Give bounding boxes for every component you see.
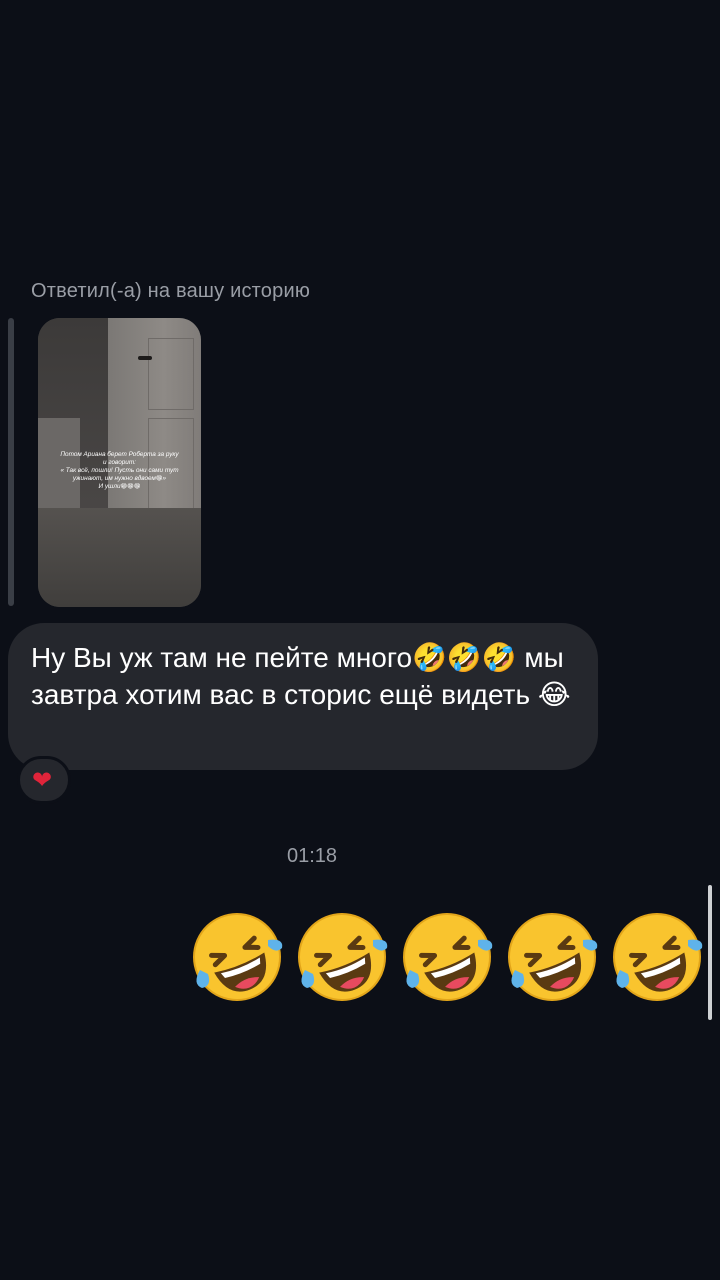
story-preview[interactable]: Потом Ариана берет Роберта за руку и гов… bbox=[38, 318, 201, 607]
story-caption-line: Потом Ариана берет Роберта за руку bbox=[60, 451, 179, 458]
rolling-on-floor-laughing-icon bbox=[505, 910, 599, 1004]
story-caption-line: ужинают, им нужно вдвоем😁» bbox=[72, 475, 167, 482]
scrollbar[interactable] bbox=[708, 885, 712, 1020]
story-image-door-panel bbox=[148, 338, 194, 410]
rolling-on-floor-laughing-icon bbox=[190, 910, 284, 1004]
story-caption-line: « Так всё, пошли! Пусть они сами тут bbox=[60, 467, 179, 474]
outgoing-message[interactable] bbox=[190, 910, 705, 1005]
reply-indicator-bar bbox=[8, 318, 14, 606]
story-caption-line: И ушли😁😁😁 bbox=[98, 483, 141, 490]
incoming-message-text: Ну Вы уж там не пейте много🤣🤣🤣 мы завтра… bbox=[31, 642, 571, 710]
rolling-on-floor-laughing-icon bbox=[400, 910, 494, 1004]
story-caption: Потом Ариана берет Роберта за руку и гов… bbox=[44, 451, 195, 491]
story-image-door-handle bbox=[138, 356, 152, 360]
reply-context-label: Ответил(-а) на вашу историю bbox=[31, 280, 311, 302]
chat-screen: Ответил(-а) на вашу историю Потом Ариана… bbox=[0, 0, 720, 1280]
rolling-on-floor-laughing-icon bbox=[295, 910, 389, 1004]
heart-icon: ❤ bbox=[32, 767, 53, 794]
story-image-floor bbox=[38, 508, 201, 607]
rolling-on-floor-laughing-icon bbox=[610, 910, 704, 1004]
message-reaction[interactable]: ❤ bbox=[17, 756, 71, 804]
story-caption-line: и говорит: bbox=[103, 459, 136, 466]
message-timestamp: 01:18 bbox=[286, 845, 338, 867]
